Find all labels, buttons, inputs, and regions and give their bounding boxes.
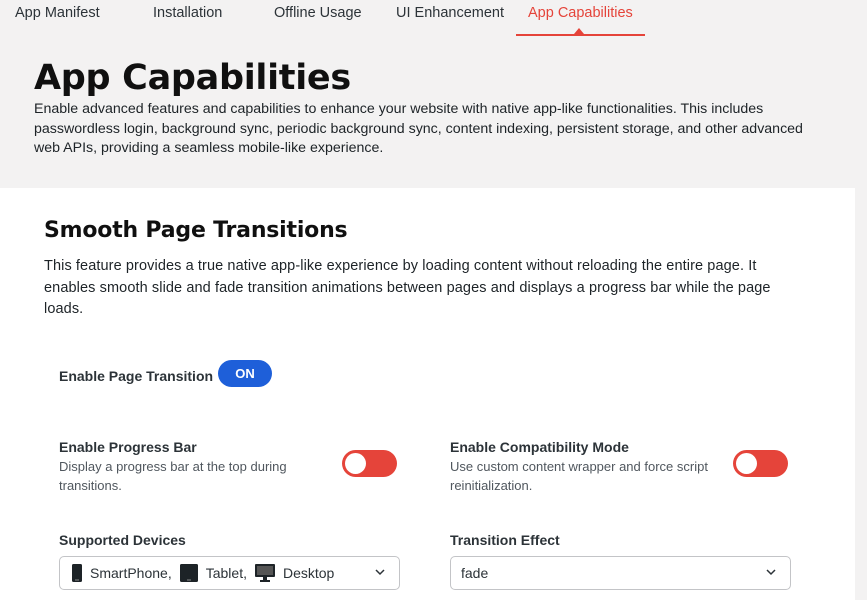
chevron-down-icon <box>375 569 385 576</box>
section-description: This feature provides a true native app-… <box>44 258 771 317</box>
transition-effect-label: Transition Effect <box>450 532 560 548</box>
device-smartphone: SmartPhone, <box>72 564 172 582</box>
smartphone-icon <box>72 564 82 582</box>
tab-offline-usage[interactable]: Offline Usage <box>274 5 362 21</box>
tab-ui-enhancement[interactable]: UI Enhancement <box>396 5 504 21</box>
toggle-knob <box>345 453 366 474</box>
tablet-icon <box>179 564 198 582</box>
enable-page-transition-label: Enable Page Transition <box>59 368 214 384</box>
progress-bar-toggle[interactable] <box>342 450 397 477</box>
page-title: App Capabilities <box>34 58 351 98</box>
section-title: Smooth Page Transitions <box>44 218 348 243</box>
device-label: Desktop <box>282 565 335 581</box>
device-label: Tablet, <box>205 565 247 581</box>
desktop-icon <box>254 564 275 582</box>
transition-effect-select[interactable]: fade <box>450 556 791 590</box>
transition-effect-value: fade <box>461 565 489 581</box>
tab-app-manifest[interactable]: App Manifest <box>15 5 100 21</box>
supported-devices-select[interactable]: SmartPhone, Tablet, Desktop <box>59 556 400 590</box>
progress-bar-description: Display a progress bar at the top during… <box>59 459 287 493</box>
chevron-down-icon <box>766 569 776 576</box>
enable-compatibility-mode-label: Enable Compatibility Mode <box>450 439 629 455</box>
toggle-knob <box>736 453 757 474</box>
device-label: SmartPhone, <box>90 565 172 581</box>
device-desktop: Desktop <box>254 564 335 582</box>
compatibility-mode-toggle[interactable] <box>733 450 788 477</box>
enable-progress-bar-label: Enable Progress Bar <box>59 439 197 455</box>
active-tab-underline <box>516 34 645 36</box>
tab-installation[interactable]: Installation <box>153 5 222 21</box>
enable-page-transition-toggle[interactable]: ON <box>218 360 272 387</box>
tab-app-capabilities[interactable]: App Capabilities <box>528 5 633 21</box>
settings-card: Smooth Page Transitions This feature pro… <box>0 188 855 600</box>
tab-bar: App Manifest Installation Offline Usage … <box>0 0 867 36</box>
compatibility-mode-description: Use custom content wrapper and force scr… <box>450 459 708 493</box>
supported-devices-label: Supported Devices <box>59 532 186 548</box>
page-description: Enable advanced features and capabilitie… <box>34 101 803 156</box>
device-tablet: Tablet, <box>179 564 247 582</box>
